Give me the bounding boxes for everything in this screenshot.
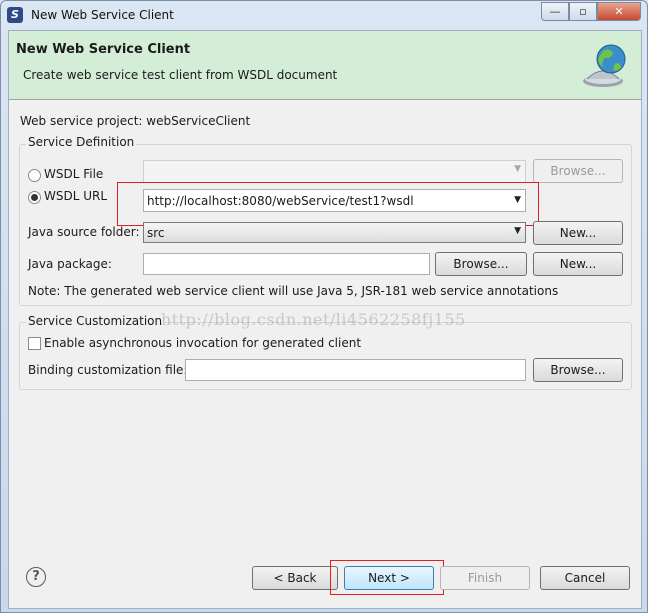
wsdl-url-label: WSDL URL: [44, 189, 108, 203]
finish-button[interactable]: Finish: [440, 566, 530, 590]
annotation-highlight-url: [117, 182, 539, 226]
source-folder-label: Java source folder:: [28, 225, 140, 239]
chevron-down-icon: ▼: [514, 164, 521, 174]
wsdl-file-radio[interactable]: [28, 169, 41, 182]
back-button[interactable]: < Back: [252, 566, 338, 590]
wizard-subtitle: Create web service test client from WSDL…: [23, 68, 338, 82]
minimize-icon: —: [549, 5, 561, 18]
wsdl-url-radio[interactable]: [28, 191, 41, 204]
close-icon: ✕: [614, 5, 624, 18]
cancel-button[interactable]: Cancel: [540, 566, 630, 590]
source-folder-value: src: [147, 226, 165, 240]
help-icon[interactable]: ?: [26, 567, 46, 587]
wizard-header: New Web Service Client Create web servic…: [9, 31, 641, 100]
watermark-text: http://blog.csdn.net/li4562258fj155: [161, 310, 466, 329]
wizard-title: New Web Service Client: [16, 42, 191, 57]
wsdl-file-combo[interactable]: ▼: [143, 160, 526, 183]
window-title: New Web Service Client: [31, 8, 174, 22]
maximize-button[interactable]: ▫: [569, 2, 597, 21]
async-checkbox[interactable]: [28, 337, 41, 350]
service-definition-title: Service Definition: [26, 135, 137, 149]
minimize-button[interactable]: —: [541, 2, 569, 21]
title-bar: S New Web Service Client — ▫ ✕: [1, 1, 647, 29]
package-new-button[interactable]: New...: [533, 252, 623, 276]
async-label: Enable asynchronous invocation for gener…: [44, 336, 362, 350]
wsdl-file-browse-button[interactable]: Browse...: [533, 159, 623, 183]
binding-browse-button[interactable]: Browse...: [533, 358, 623, 382]
service-customization-title: Service Customization: [26, 314, 165, 328]
window-controls: — ▫ ✕: [541, 2, 641, 21]
wsdl-file-label: WSDL File: [44, 167, 104, 181]
project-label-text: Web service project:: [20, 114, 143, 128]
dialog-content: New Web Service Client Create web servic…: [8, 30, 642, 609]
source-folder-combo[interactable]: src ▼: [143, 222, 526, 243]
maximize-icon: ▫: [579, 5, 587, 18]
app-logo-icon: S: [7, 7, 23, 23]
binding-label: Binding customization file:: [28, 363, 188, 377]
java5-note: Note: The generated web service client w…: [28, 284, 559, 298]
close-button[interactable]: ✕: [597, 2, 641, 21]
binding-input[interactable]: [185, 359, 526, 381]
package-label: Java package:: [28, 257, 112, 271]
dialog-window: S New Web Service Client — ▫ ✕ New Web S…: [0, 0, 648, 613]
globe-icon: [583, 44, 626, 87]
package-input[interactable]: [143, 253, 430, 275]
project-label: Web service project: webServiceClient: [20, 114, 250, 128]
chevron-down-icon: ▼: [514, 226, 521, 236]
annotation-highlight-next: [330, 560, 444, 595]
source-folder-new-button[interactable]: New...: [533, 221, 623, 245]
package-browse-button[interactable]: Browse...: [435, 252, 527, 276]
project-name: webServiceClient: [146, 114, 251, 128]
